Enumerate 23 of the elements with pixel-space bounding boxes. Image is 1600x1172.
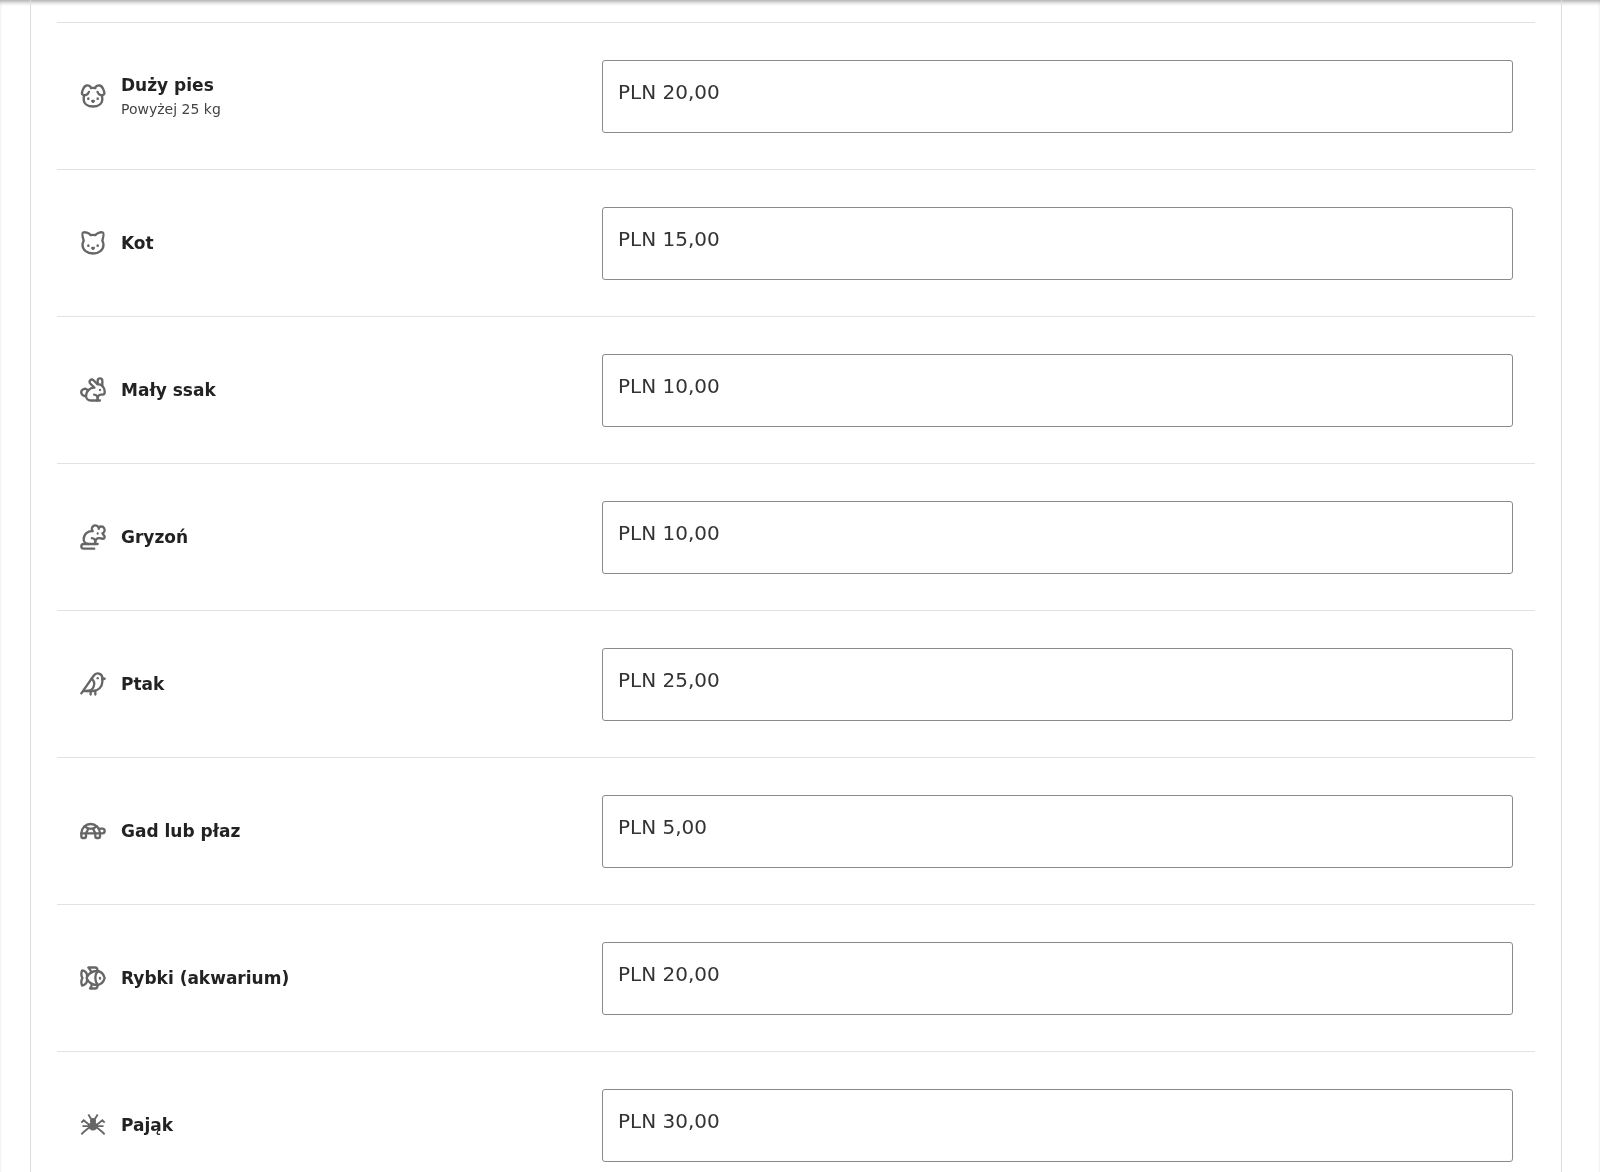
pet-type-label: Pająk bbox=[121, 1115, 174, 1135]
pet-type-label: Gryzoń bbox=[121, 527, 189, 547]
price-field[interactable]: PLN 20,00 bbox=[602, 59, 1513, 133]
price-field[interactable]: PLN 15,00 bbox=[602, 206, 1513, 280]
pet-type-label: Ptak bbox=[121, 674, 165, 694]
pet-type-label: Rybki (akwarium) bbox=[121, 968, 290, 988]
bird-icon bbox=[79, 670, 107, 698]
price-field[interactable]: PLN 10,00 bbox=[602, 500, 1513, 574]
fish-icon bbox=[79, 964, 107, 992]
price-field[interactable]: PLN 20,00 bbox=[602, 941, 1513, 1015]
price-field[interactable]: PLN 5,00 bbox=[602, 794, 1513, 868]
pet-type-note: Powyżej 25 kg bbox=[121, 101, 221, 117]
dog-icon bbox=[79, 82, 107, 110]
rat-icon bbox=[79, 523, 107, 551]
rabbit-icon bbox=[79, 376, 107, 404]
price-field[interactable]: PLN 30,00 bbox=[602, 1088, 1513, 1162]
price-field[interactable]: PLN 25,00 bbox=[602, 647, 1513, 721]
cat-icon bbox=[79, 229, 107, 257]
pet-type-label: Gad lub płaz bbox=[121, 821, 241, 841]
pet-type-label: Kot bbox=[121, 233, 154, 253]
price-field[interactable]: PLN 10,00 bbox=[602, 353, 1513, 427]
pet-type-label: Duży pies bbox=[121, 75, 215, 95]
pet-type-label: Mały ssak bbox=[121, 380, 216, 400]
